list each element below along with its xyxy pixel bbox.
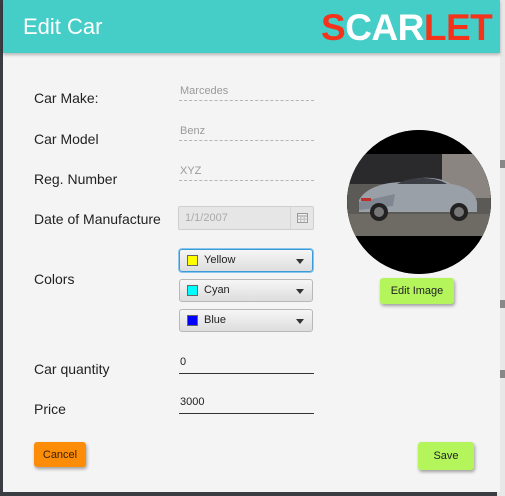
car-quantity-label: Car quantity [34, 361, 110, 377]
reg-number-input[interactable]: XYZ [179, 162, 314, 181]
scarlet-logo: SCARLET [321, 7, 493, 48]
car-quantity-input[interactable]: 0 [179, 353, 314, 374]
logo-part-3: LET [423, 7, 493, 48]
background-mark [500, 160, 505, 168]
reg-number-label: Reg. Number [34, 171, 118, 187]
car-model-label: Car Model [34, 131, 99, 147]
calendar-icon [296, 213, 308, 223]
color-select-value: Yellow [204, 254, 236, 266]
car-photo-icon [347, 130, 491, 274]
date-picker[interactable]: 1/1/2007 [178, 206, 314, 230]
color-swatch [187, 315, 198, 326]
price-label: Price [34, 401, 66, 417]
color-swatch [187, 255, 198, 266]
car-make-label: Car Make: [34, 90, 99, 106]
save-button[interactable]: Save [418, 442, 474, 470]
dialog-title: Edit Car [23, 14, 103, 39]
price-input[interactable]: 3000 [179, 393, 314, 414]
edit-image-button[interactable]: Edit Image [380, 278, 454, 304]
chevron-down-icon [296, 289, 304, 294]
title-bar: Edit Car SCARLET [3, 0, 500, 53]
color-select-3[interactable]: Blue [179, 309, 313, 332]
chevron-down-icon [296, 259, 304, 264]
color-swatch [187, 285, 198, 296]
color-select-value: Cyan [204, 284, 230, 296]
calendar-button[interactable] [290, 207, 313, 229]
color-select-2[interactable]: Cyan [179, 279, 313, 302]
car-make-input[interactable]: Marcedes [179, 82, 314, 101]
color-select-value: Blue [204, 314, 227, 326]
car-model-input[interactable]: Benz [179, 122, 314, 141]
logo-part-1: S [321, 7, 346, 48]
background-mark [500, 300, 505, 308]
date-value: 1/1/2007 [185, 212, 228, 224]
edit-car-dialog: Edit Car SCARLET Car Make: Marcedes Car … [3, 0, 500, 492]
color-select-1[interactable]: Yellow [179, 249, 313, 272]
logo-part-2: CAR [345, 7, 424, 48]
cancel-button[interactable]: Cancel [34, 442, 86, 467]
car-image [347, 130, 491, 274]
colors-label: Colors [34, 271, 75, 287]
date-of-manufacture-label: Date of Manufacture [34, 211, 161, 227]
chevron-down-icon [296, 319, 304, 324]
background-mark [500, 370, 505, 378]
